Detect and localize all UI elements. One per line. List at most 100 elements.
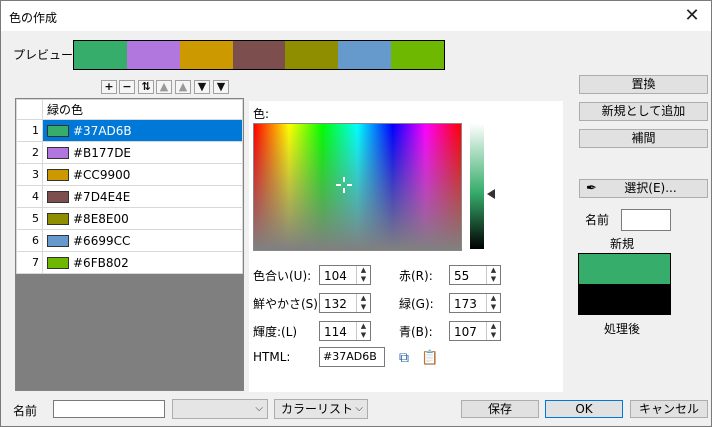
color-hex: #B177DE <box>73 145 132 160</box>
luminance-value: 114 <box>324 325 347 339</box>
move-top-button[interactable]: ▲ <box>156 80 172 94</box>
row-number-header <box>16 99 43 120</box>
move-bottom-button[interactable]: ▼ <box>213 80 229 94</box>
red-value: 55 <box>454 269 470 283</box>
add-color-button[interactable]: + <box>101 80 117 94</box>
chevron-down-icon: ⌵ <box>255 403 263 414</box>
footer-name-input[interactable] <box>53 400 165 418</box>
move-down-button[interactable]: ▼ <box>194 80 210 94</box>
select-button[interactable]: ✒ 選択(E)... <box>579 179 708 198</box>
replace-button[interactable]: 置換 <box>579 75 708 94</box>
crosshair-icon <box>336 177 352 193</box>
green-value: 173 <box>454 297 477 311</box>
color-list-combo[interactable]: カラーリスト ⌵ <box>274 399 368 419</box>
row-number: 1 <box>16 119 43 142</box>
row-number: 6 <box>16 229 43 252</box>
spin-down-icon[interactable]: ▼ <box>357 303 370 312</box>
color-compare <box>578 253 671 315</box>
color-hex: #37AD6B <box>73 123 132 138</box>
green-label: 緑(G): <box>399 297 434 311</box>
hue-stepper[interactable]: 104 ▲ ▼ <box>319 265 371 285</box>
table-row[interactable]: 3 #CC9900 <box>16 163 243 186</box>
unnamed-combo[interactable]: ⌵ <box>172 399 268 419</box>
hue-value: 104 <box>324 269 347 283</box>
table-row[interactable]: 5 #8E8E00 <box>16 207 243 230</box>
move-up-button[interactable]: ▲ <box>175 80 191 94</box>
color-list-combo-value: カラーリスト <box>281 402 354 416</box>
blue-value: 107 <box>454 325 477 339</box>
window-title: 色の作成 <box>9 11 58 25</box>
close-icon[interactable]: ✕ <box>679 4 705 28</box>
add-new-button[interactable]: 新規として追加 <box>579 102 708 121</box>
blue-stepper[interactable]: 107 ▲ ▼ <box>449 321 501 341</box>
red-stepper[interactable]: 55 ▲ ▼ <box>449 265 501 285</box>
row-number: 2 <box>16 141 43 164</box>
spin-down-icon[interactable]: ▼ <box>487 303 500 312</box>
interpolate-button[interactable]: 補間 <box>579 129 708 148</box>
spin-up-icon[interactable]: ▲ <box>487 266 500 275</box>
saturation-value: 132 <box>324 297 347 311</box>
chevron-down-icon: ⌵ <box>355 403 363 414</box>
spin-up-icon[interactable]: ▲ <box>357 266 370 275</box>
color-hex: #6FB802 <box>73 255 129 270</box>
name-label: 名前 <box>585 213 610 227</box>
color-chip <box>47 213 69 225</box>
spin-down-icon[interactable]: ▼ <box>487 331 500 340</box>
color-list[interactable]: 緑の色 1 #37AD6B 2 #B177DE 3 #CC9900 4 #7D4… <box>15 98 244 391</box>
spin-up-icon[interactable]: ▲ <box>357 294 370 303</box>
row-number: 7 <box>16 251 43 274</box>
paste-icon[interactable]: 📋 <box>421 349 439 367</box>
new-label: 新規 <box>610 237 635 251</box>
name-field[interactable] <box>621 209 671 231</box>
preview-swatch <box>338 41 392 69</box>
saturation-label: 鮮やかさ(S): <box>253 297 323 311</box>
color-spectrum[interactable] <box>253 123 462 251</box>
table-row[interactable]: 4 #7D4E4E <box>16 185 243 208</box>
preview-label: プレビュー <box>13 48 74 62</box>
save-button[interactable]: 保存 <box>461 400 539 418</box>
color-chip <box>47 125 69 137</box>
spin-up-icon[interactable]: ▲ <box>487 294 500 303</box>
cancel-button[interactable]: キャンセル <box>630 400 708 418</box>
remove-color-button[interactable]: − <box>119 80 135 94</box>
spin-up-icon[interactable]: ▲ <box>357 322 370 331</box>
color-picker-panel: 色: 色合い(U): 104 ▲ ▼ 鮮やかさ(S): 132 ▲ ▼ 輝度:(L)… <box>249 101 563 392</box>
color-create-dialog: 色の作成 ✕ プレビュー + − ⇅ ▲ ▲ ▼ ▼ 緑の色 1 #37AD6B… <box>0 0 712 427</box>
spin-down-icon[interactable]: ▼ <box>487 275 500 284</box>
spin-up-icon[interactable]: ▲ <box>487 322 500 331</box>
preview-strip <box>73 40 445 70</box>
ok-button[interactable]: OK <box>545 400 623 418</box>
green-stepper[interactable]: 173 ▲ ▼ <box>449 293 501 313</box>
spin-down-icon[interactable]: ▼ <box>357 331 370 340</box>
spin-down-icon[interactable]: ▼ <box>357 275 370 284</box>
table-row[interactable]: 6 #6699CC <box>16 229 243 252</box>
color-hex: #6699CC <box>73 233 131 248</box>
after-label: 処理後 <box>604 322 641 336</box>
row-number: 4 <box>16 185 43 208</box>
html-label: HTML: <box>253 350 291 364</box>
list-header[interactable]: 緑の色 <box>42 99 243 120</box>
color-hex: #7D4E4E <box>73 189 131 204</box>
swap-color-button[interactable]: ⇅ <box>138 80 154 94</box>
table-row[interactable]: 2 #B177DE <box>16 141 243 164</box>
table-row[interactable]: 7 #6FB802 <box>16 251 243 274</box>
blue-label: 青(B): <box>399 325 433 339</box>
color-hex: #8E8E00 <box>73 211 129 226</box>
saturation-stepper[interactable]: 132 ▲ ▼ <box>319 293 371 313</box>
slider-arrow-icon[interactable] <box>487 189 495 199</box>
preview-swatch <box>285 41 339 69</box>
select-button-label: 選択(E)... <box>624 181 677 195</box>
preview-swatch <box>74 41 127 69</box>
html-field[interactable]: #37AD6B <box>319 347 385 367</box>
color-chip <box>47 235 69 247</box>
luminance-stepper[interactable]: 114 ▲ ▼ <box>319 321 371 341</box>
luminance-slider[interactable] <box>470 123 484 249</box>
preview-swatch <box>126 41 180 69</box>
table-row[interactable]: 1 #37AD6B <box>16 119 243 142</box>
copy-icon[interactable]: ⧉ <box>395 349 413 367</box>
red-label: 赤(R): <box>399 269 433 283</box>
color-chip <box>47 169 69 181</box>
color-chip <box>47 191 69 203</box>
color-chip <box>47 147 69 159</box>
preview-swatch <box>232 41 286 69</box>
